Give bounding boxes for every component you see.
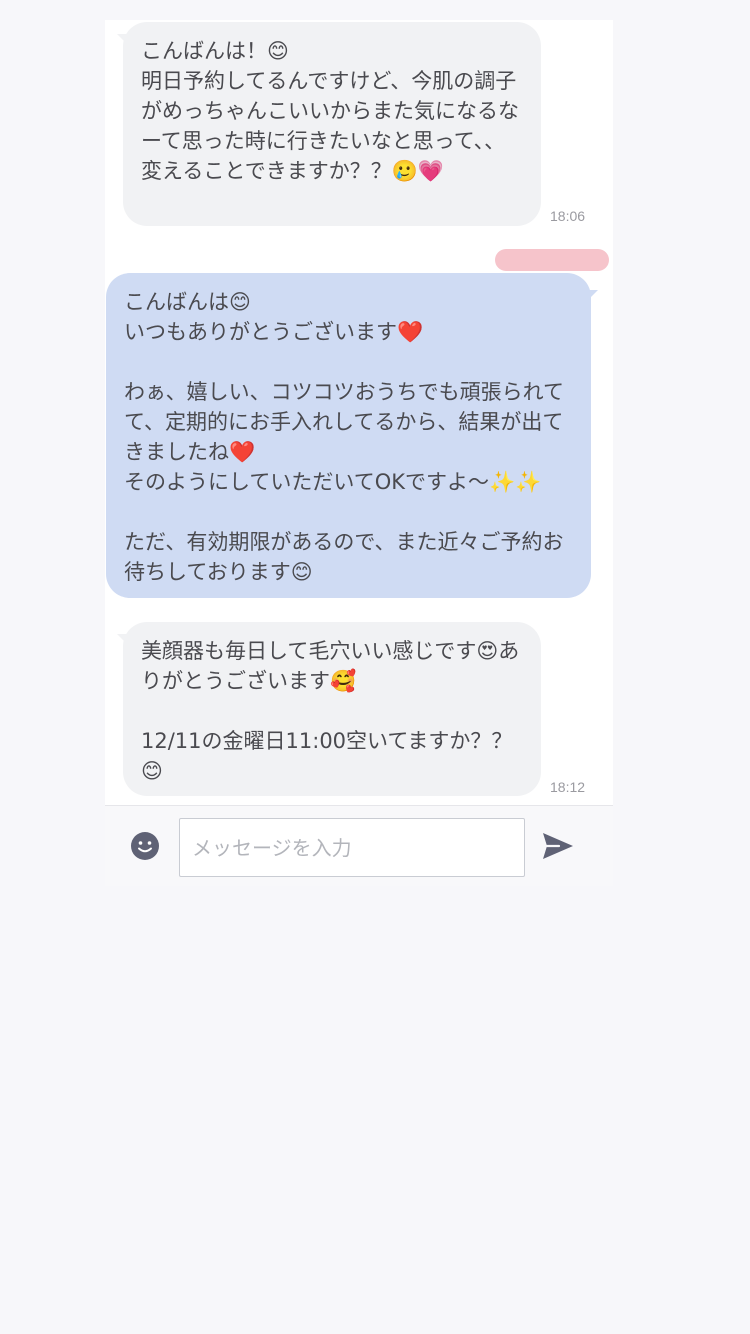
chat-panel: こんばんは！😊 明日予約してるんですけど、今肌の調子がめっちゃんこいいからまた気… (105, 20, 613, 886)
message-list[interactable]: こんばんは！😊 明日予約してるんですけど、今肌の調子がめっちゃんこいいからまた気… (105, 20, 613, 805)
message-composer (105, 806, 613, 886)
message-timestamp: 18:12 (550, 779, 586, 795)
smiley-icon[interactable] (130, 831, 160, 861)
incoming-message: 美顔器も毎日して毛穴いい感じです😍ありがとうございます🥰 12/11の金曜日11… (123, 622, 541, 796)
outgoing-message: こんばんは😊 いつもありがとうございます❤️ わぁ、嬉しい、コツコツおうちでも頑… (106, 273, 591, 598)
message-input[interactable] (179, 818, 525, 877)
incoming-message: こんばんは！😊 明日予約してるんですけど、今肌の調子がめっちゃんこいいからまた気… (123, 22, 541, 226)
paper-plane-icon (543, 833, 573, 859)
message-timestamp: 18:06 (550, 208, 586, 224)
redacted-area (495, 249, 609, 271)
send-button[interactable] (541, 830, 575, 862)
